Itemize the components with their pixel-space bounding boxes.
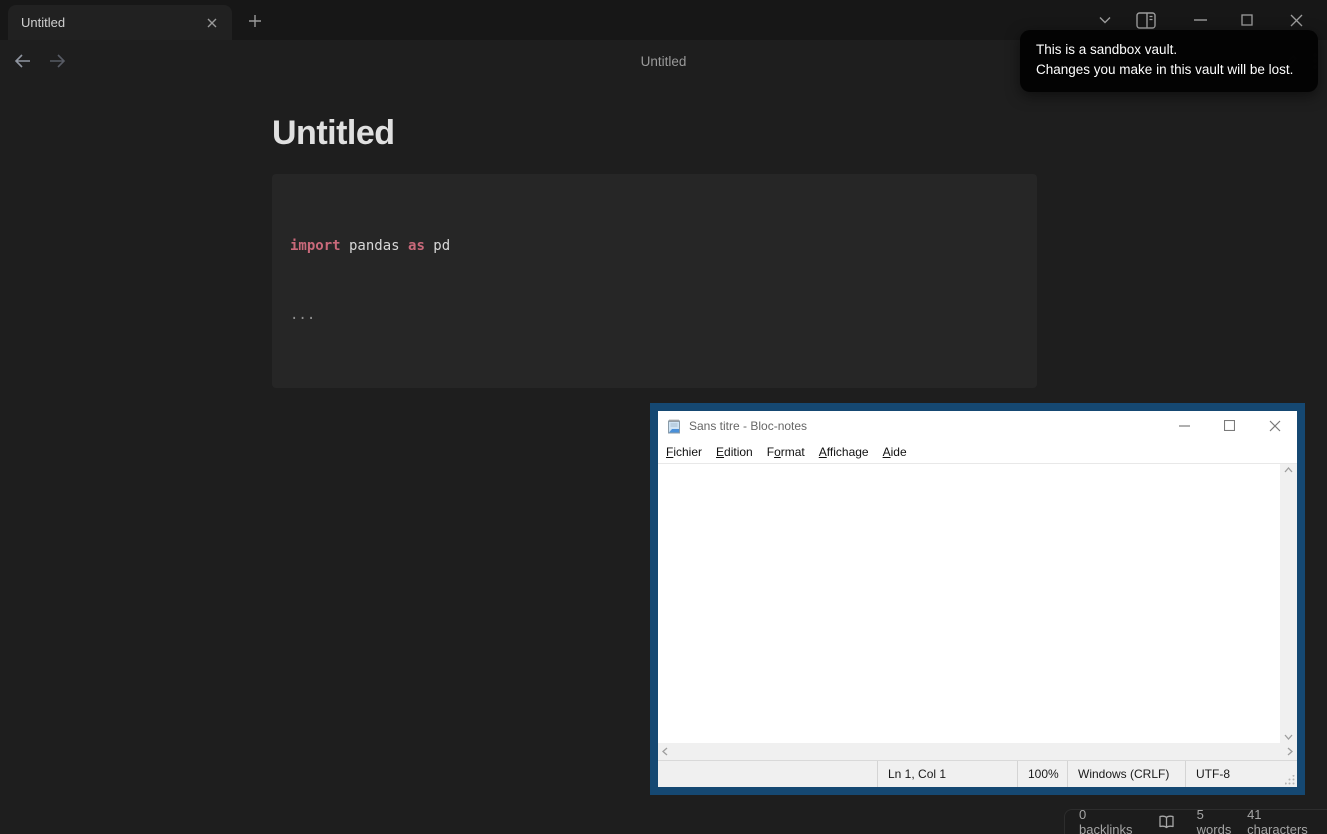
menu-edition[interactable]: Edition xyxy=(709,440,760,463)
notepad-horizontal-scrollbar[interactable] xyxy=(658,743,1297,760)
notepad-minimize-button[interactable] xyxy=(1162,411,1207,440)
tab-untitled[interactable]: Untitled xyxy=(8,5,232,40)
tooltip-line-2: Changes you make in this vault will be l… xyxy=(1036,62,1294,77)
new-tab-button[interactable] xyxy=(240,6,270,36)
notepad-menubar: Fichier Edition Fo rmat Affichage Aide xyxy=(658,440,1297,463)
word-count[interactable]: 5 words xyxy=(1197,807,1237,834)
scroll-down-icon xyxy=(1284,734,1293,740)
notepad-text-area[interactable] xyxy=(658,464,1280,743)
forward-arrow-icon[interactable] xyxy=(46,50,68,72)
notepad-maximize-button[interactable] xyxy=(1207,411,1252,440)
notepad-window: Sans titre - Bloc-notes Fichier Edition … xyxy=(650,403,1305,795)
backlinks-count[interactable]: 0 backlinks xyxy=(1079,807,1136,834)
scroll-left-icon xyxy=(662,747,668,756)
status-empty-segment xyxy=(658,761,877,787)
status-cursor-position: Ln 1, Col 1 xyxy=(877,761,1017,787)
note-title[interactable]: Untitled xyxy=(272,114,1037,153)
notepad-statusbar: Ln 1, Col 1 100% Windows (CRLF) UTF-8 xyxy=(658,760,1297,787)
back-arrow-icon[interactable] xyxy=(12,50,34,72)
notepad-titlebar[interactable]: Sans titre - Bloc-notes xyxy=(658,411,1297,440)
status-encoding: UTF-8 xyxy=(1185,761,1297,787)
scroll-right-icon xyxy=(1287,747,1293,756)
menu-format[interactable]: Fo rmat xyxy=(760,440,812,463)
menu-fichier[interactable]: Fichier xyxy=(659,440,709,463)
note-editor[interactable]: Untitled import pandas as pd ... xyxy=(272,114,1037,388)
obsidian-statusbar: 0 backlinks 5 words 41 characters xyxy=(1064,807,1327,834)
notepad-close-button[interactable] xyxy=(1252,411,1297,440)
book-icon xyxy=(1158,815,1175,829)
code-block[interactable]: import pandas as pd ... xyxy=(272,174,1037,388)
menu-affichage[interactable]: Affichage xyxy=(812,440,876,463)
resize-grip[interactable] xyxy=(1285,775,1295,785)
tooltip-line-1: This is a sandbox vault. xyxy=(1036,42,1178,57)
menu-aide[interactable]: Aide xyxy=(876,440,914,463)
tab-title: Untitled xyxy=(21,15,66,30)
notepad-app-icon xyxy=(666,418,682,434)
notepad-vertical-scrollbar[interactable] xyxy=(1280,464,1297,743)
notepad-title: Sans titre - Bloc-notes xyxy=(689,418,808,433)
scroll-up-icon xyxy=(1284,467,1293,473)
status-zoom-level: 100% xyxy=(1017,761,1067,787)
tab-close-icon[interactable] xyxy=(202,13,222,33)
code-line-2: ... xyxy=(290,307,316,323)
sandbox-tooltip: This is a sandbox vault. Changes you mak… xyxy=(1020,30,1318,92)
code-line-1: import pandas as pd xyxy=(290,238,451,254)
status-line-ending: Windows (CRLF) xyxy=(1067,761,1185,787)
character-count[interactable]: 41 characters xyxy=(1247,807,1317,834)
